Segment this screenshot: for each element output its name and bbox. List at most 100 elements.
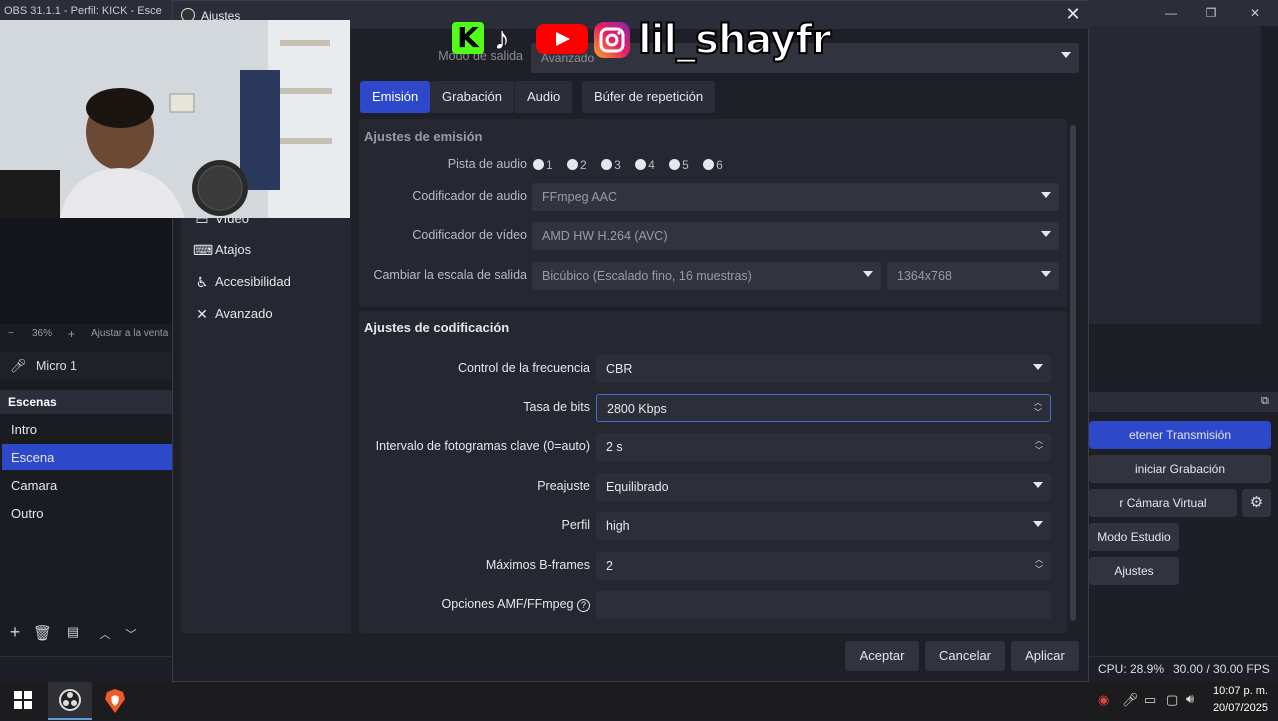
bframes-label: Máximos B-frames xyxy=(485,558,590,572)
microphone-tray-icon[interactable]: 🎤︎ xyxy=(1122,692,1139,708)
stream-settings-title: Ajustes de emisión xyxy=(364,129,483,144)
scene-item[interactable]: Intro xyxy=(2,416,172,442)
audio-encoder-select[interactable]: FFmpeg AAC xyxy=(532,183,1059,211)
move-up-icon[interactable]: ︿ xyxy=(96,626,114,642)
encoder-settings-title: Ajustes de codificación xyxy=(364,320,510,335)
filter-icon[interactable]: ▤ xyxy=(64,624,82,640)
scene-item[interactable]: Camara xyxy=(2,472,172,498)
webcam-overlay xyxy=(0,20,350,218)
audio-encoder-value: FFmpeg AAC xyxy=(542,190,618,204)
move-down-icon[interactable]: ﹀ xyxy=(122,626,140,642)
encoder-settings-group: Ajustes de codificación Control de la fr… xyxy=(359,311,1067,633)
studio-mode-button[interactable]: Modo Estudio xyxy=(1089,523,1179,551)
sidebar-item-advanced[interactable]: ✕ Avanzado xyxy=(185,302,345,326)
main-window-title: OBS 31.1.1 - Perfil: KICK - Esce xyxy=(4,5,162,17)
battery-icon[interactable]: ▭ xyxy=(1144,692,1156,708)
scene-item[interactable]: Outro xyxy=(2,500,172,526)
chevron-down-icon xyxy=(863,271,873,277)
virtual-camera-settings-icon[interactable]: ⚙ xyxy=(1242,489,1271,517)
bitrate-spinbox[interactable]: 2800 Kbps ︿ ﹀ xyxy=(596,394,1051,422)
chevron-down-icon xyxy=(1061,52,1071,58)
preset-select[interactable]: Equilibrado xyxy=(596,473,1051,501)
dialog-close-button[interactable]: ✕ xyxy=(1061,4,1085,25)
bitrate-label: Tasa de bits xyxy=(523,400,590,414)
cpu-usage: CPU: 28.9% xyxy=(1098,662,1165,676)
keyframe-label: Intervalo de fotogramas clave (0=auto) xyxy=(375,439,590,453)
profile-label: Perfil xyxy=(561,518,590,532)
clock-time[interactable]: 10:07 p. m. xyxy=(1212,685,1268,697)
youtube-logo-icon xyxy=(536,24,588,54)
preset-value: Equilibrado xyxy=(606,480,669,494)
instagram-logo-icon xyxy=(594,22,630,58)
amf-options-input[interactable] xyxy=(596,591,1051,619)
channel-username: lil_shayfr xyxy=(637,17,832,63)
network-icon[interactable]: ▢ xyxy=(1166,692,1178,708)
apply-button[interactable]: Aplicar xyxy=(1011,641,1079,671)
rate-control-select[interactable]: CBR xyxy=(596,355,1051,383)
sidebar-item-accessibility[interactable]: ♿︎ Accesibilidad xyxy=(185,270,345,294)
windows-start-icon[interactable] xyxy=(14,691,32,709)
track-radio-6[interactable]: 6 xyxy=(703,158,723,172)
track-radio-1[interactable]: 1 xyxy=(533,158,553,172)
zoom-fit-label[interactable]: Ajustar a la venta xyxy=(91,328,168,339)
video-encoder-select[interactable]: AMD HW H.264 (AVC) xyxy=(532,222,1059,250)
zoom-minus-button[interactable]: − xyxy=(8,328,14,339)
minimize-button[interactable]: — xyxy=(1156,3,1186,23)
main-close-button[interactable]: ✕ xyxy=(1240,3,1270,23)
accept-button[interactable]: Aceptar xyxy=(845,641,919,671)
profile-value: high xyxy=(606,519,630,533)
rescale-label: Cambiar la escala de salida xyxy=(373,268,527,282)
tab-replay-buffer[interactable]: Búfer de repetición xyxy=(582,81,716,113)
cancel-button[interactable]: Cancelar xyxy=(925,641,1005,671)
settings-scrollbar[interactable] xyxy=(1070,125,1076,621)
maximize-button[interactable]: ❐ xyxy=(1196,3,1226,23)
keyframe-value: 2 s xyxy=(606,440,623,454)
brave-browser-icon[interactable] xyxy=(104,689,126,713)
controls-header: ⧉ xyxy=(1089,392,1278,412)
chevron-down-icon xyxy=(1033,482,1043,488)
dock-float-icon[interactable]: ⧉ xyxy=(1261,395,1269,408)
preview-area xyxy=(0,218,172,324)
tab-audio[interactable]: Audio xyxy=(515,81,573,113)
add-scene-icon[interactable]: + xyxy=(6,622,24,643)
bframes-value: 2 xyxy=(606,559,613,573)
audio-track-label: Pista de audio xyxy=(447,157,527,171)
clock-date[interactable]: 20/07/2025 xyxy=(1212,702,1268,714)
stop-stream-button[interactable]: etener Transmisión xyxy=(1089,421,1271,449)
rescale-filter-select[interactable]: Bicúbico (Escalado fino, 16 muestras) xyxy=(532,262,881,290)
track-radio-4[interactable]: 4 xyxy=(635,158,655,172)
wrench-icon: ✕ xyxy=(196,306,208,322)
rescale-resolution-select[interactable]: 1364x768 xyxy=(887,262,1059,290)
tab-stream[interactable]: Emisión xyxy=(360,81,431,113)
virtual-camera-button[interactable]: r Cámara Virtual xyxy=(1089,489,1237,517)
settings-button[interactable]: Ajustes xyxy=(1089,557,1179,585)
remove-scene-icon[interactable]: 🗑︎ xyxy=(33,624,52,642)
mixer-label: Micro 1 xyxy=(36,359,77,373)
rate-control-value: CBR xyxy=(606,362,633,376)
scene-item-selected[interactable]: Escena xyxy=(2,444,172,470)
track-radio-3[interactable]: 3 xyxy=(601,158,621,172)
spin-arrows-icon[interactable]: ︿ ﹀ xyxy=(1034,398,1042,418)
start-recording-button[interactable]: iniciar Grabación xyxy=(1089,455,1271,483)
volume-icon[interactable]: 🔊︎ xyxy=(1186,691,1194,707)
scene-toolbar: + 🗑︎ ▤ ︿ ﹀ xyxy=(0,622,172,648)
tab-recording[interactable]: Grabación xyxy=(430,81,514,113)
audio-mixer-item: 🎤︎ Micro 1 xyxy=(0,352,172,380)
track-radio-5[interactable]: 5 xyxy=(669,158,689,172)
profile-select[interactable]: high xyxy=(596,512,1051,540)
keyframe-spinbox[interactable]: 2 s ︿ ﹀ xyxy=(596,433,1051,461)
accessibility-icon: ♿︎ xyxy=(195,274,209,290)
stream-settings-group: Ajustes de emisión Pista de audio 1 2 3 … xyxy=(359,119,1067,307)
track-radio-2[interactable]: 2 xyxy=(567,158,587,172)
microphone-icon: 🎤︎ xyxy=(10,358,27,373)
help-icon[interactable]: ? xyxy=(577,599,590,612)
zoom-bar: − 36% + Ajustar a la venta xyxy=(0,326,172,344)
obs-taskbar-icon[interactable] xyxy=(48,682,92,720)
zoom-plus-button[interactable]: + xyxy=(68,327,75,341)
bframes-spinbox[interactable]: 2 ︿ ﹀ xyxy=(596,552,1051,580)
record-tray-icon[interactable]: ◉ xyxy=(1098,692,1109,708)
sidebar-item-hotkeys[interactable]: ⌨ Atajos xyxy=(185,238,345,262)
spin-arrows-icon[interactable]: ︿ ﹀ xyxy=(1035,436,1043,456)
spin-arrows-icon[interactable]: ︿ ﹀ xyxy=(1035,555,1043,575)
chevron-down-icon xyxy=(1033,521,1043,527)
